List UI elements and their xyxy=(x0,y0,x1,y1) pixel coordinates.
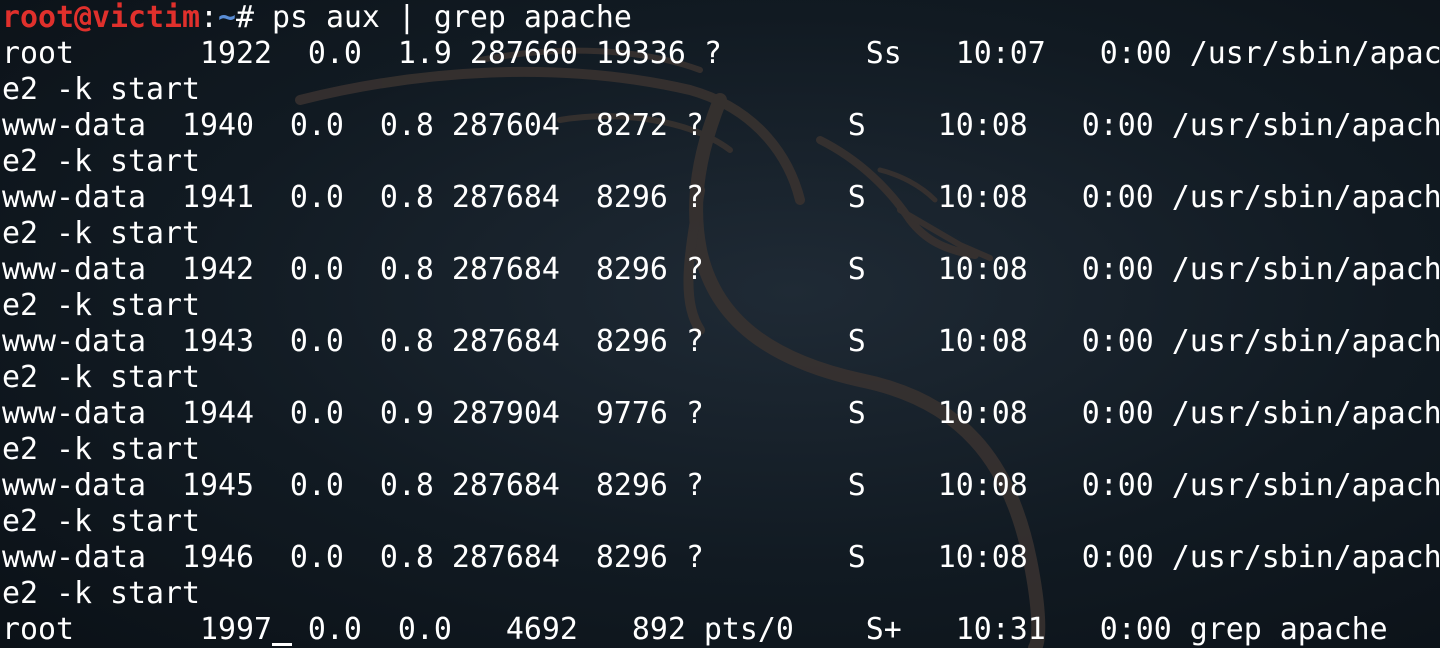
prompt-user-host: root@victim xyxy=(2,0,200,35)
output-line: www-data 1946 0.0 0.8 287684 8296 ? S 10… xyxy=(2,540,1440,575)
output-line: root 1922 0.0 1.9 287660 19336 ? Ss 10:0… xyxy=(2,36,1440,71)
command-text: ps aux | grep apache xyxy=(271,0,632,35)
output-line: e2 -k start xyxy=(2,216,200,251)
prompt-separator: : xyxy=(199,0,218,35)
output-line: root 1997 0.0 0.0 4692 892 pts/0 S+ 10:3… xyxy=(2,612,1388,647)
prompt-line: root@victim:~# ps aux | grep apache xyxy=(2,0,1440,36)
output-line: www-data 1945 0.0 0.8 287684 8296 ? S 10… xyxy=(2,468,1440,503)
output-line: www-data 1944 0.0 0.9 287904 9776 ? S 10… xyxy=(2,396,1440,431)
prompt-symbol: # xyxy=(235,0,272,35)
output-line: www-data 1940 0.0 0.8 287604 8272 ? S 10… xyxy=(2,108,1440,143)
output-line: e2 -k start xyxy=(2,504,200,539)
output-line: e2 -k start xyxy=(2,576,200,611)
terminal-window[interactable]: root@victim:~# ps aux | grep apache root… xyxy=(2,0,1440,648)
output-line: e2 -k start xyxy=(2,288,200,323)
output-line: e2 -k start xyxy=(2,144,200,179)
output-line: www-data 1942 0.0 0.8 287684 8296 ? S 10… xyxy=(2,252,1440,287)
output-line: www-data 1941 0.0 0.8 287684 8296 ? S 10… xyxy=(2,180,1440,215)
output-line: www-data 1943 0.0 0.8 287684 8296 ? S 10… xyxy=(2,324,1440,359)
text-cursor xyxy=(272,643,292,646)
output-line: e2 -k start xyxy=(2,72,200,107)
prompt-path: ~ xyxy=(217,0,236,35)
output-line: e2 -k start xyxy=(2,432,200,467)
output-line: e2 -k start xyxy=(2,360,200,395)
